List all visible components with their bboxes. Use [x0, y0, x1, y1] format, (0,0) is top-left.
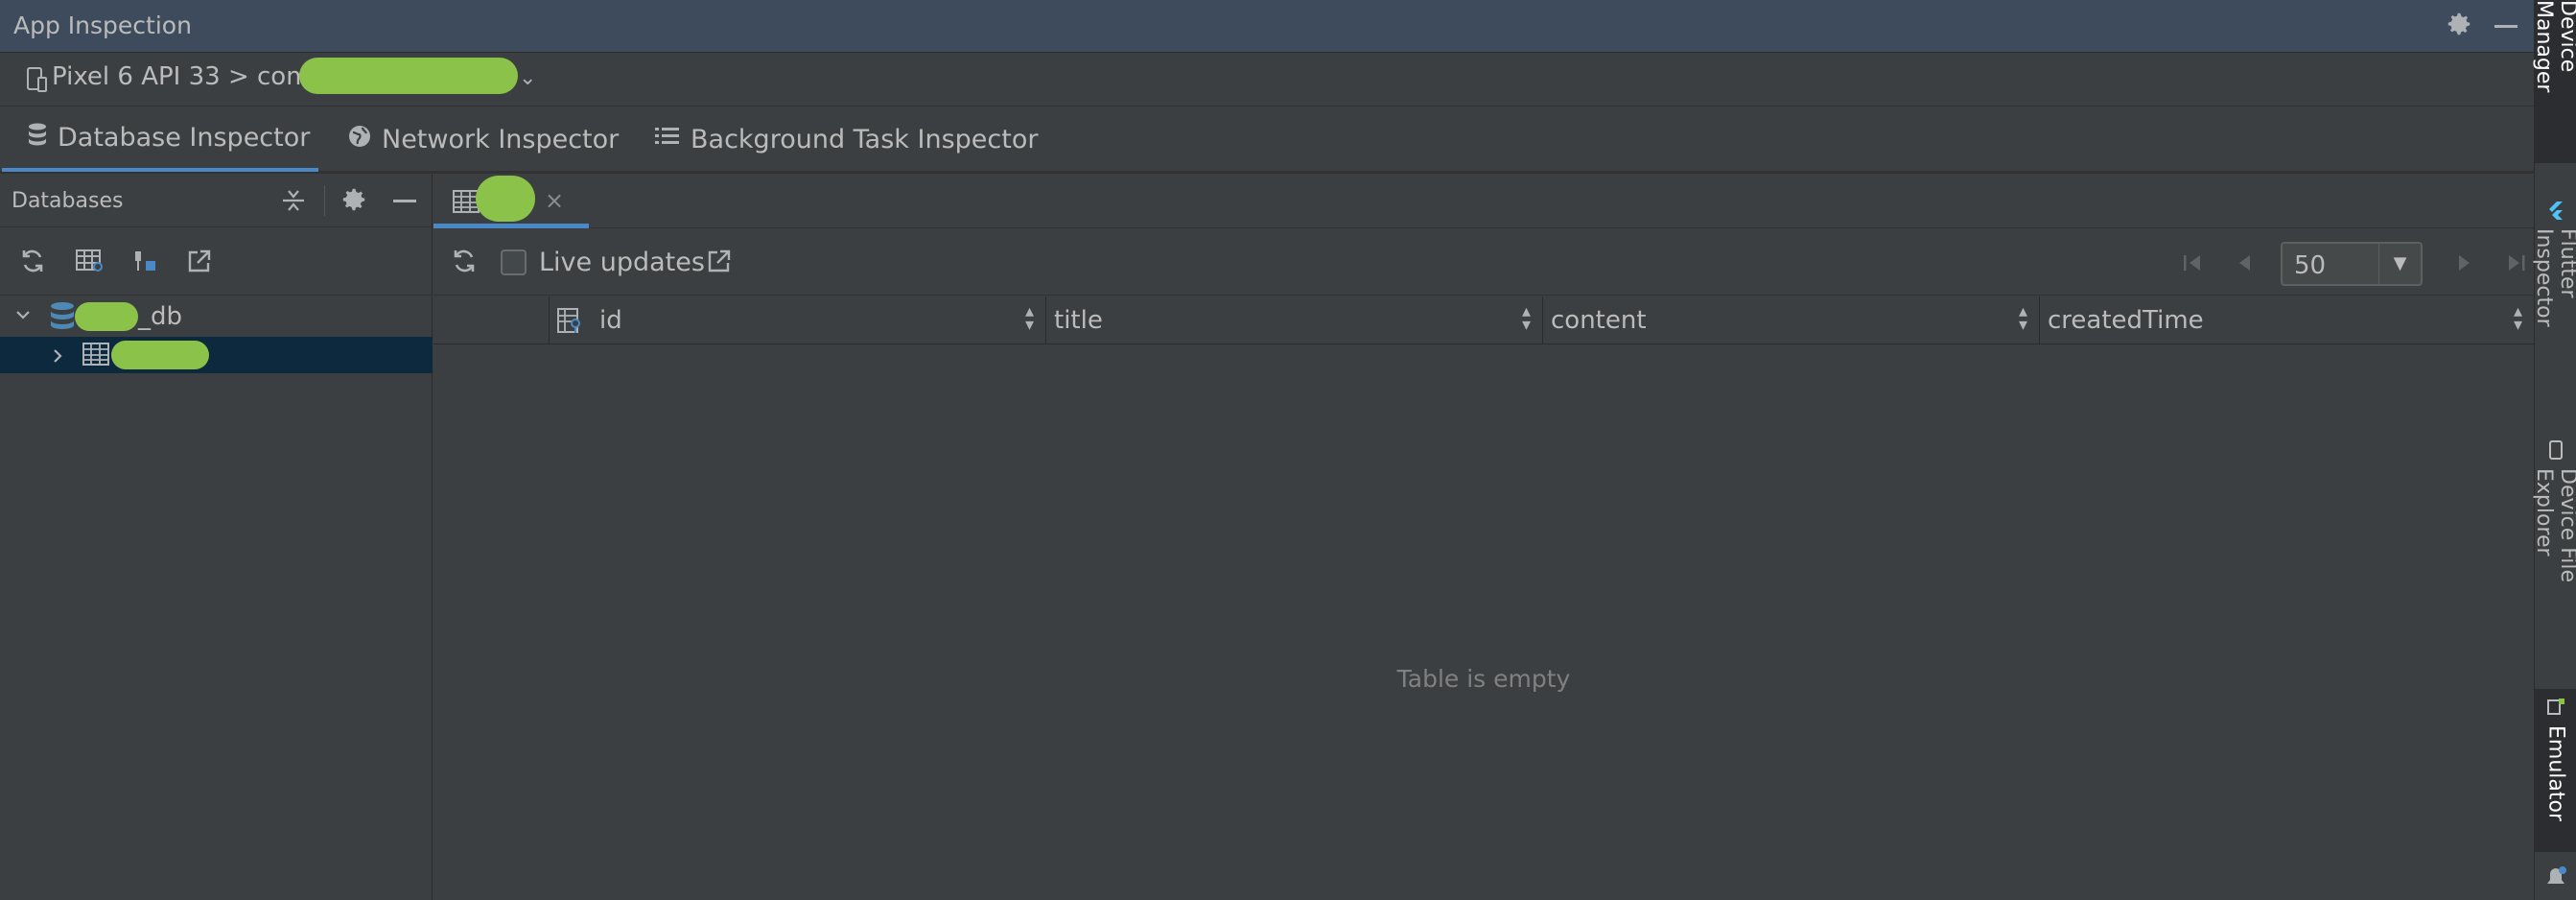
tab-label: Emulator — [2543, 725, 2568, 821]
tab-database-inspector[interactable]: Database Inspector — [2, 107, 318, 172]
first-page-icon[interactable] — [2181, 251, 2204, 278]
device-selector[interactable]: Pixel 6 API 33 > com ⌄ — [0, 53, 2534, 107]
column-name: content — [1551, 306, 1647, 335]
column-name: createdTime — [2048, 306, 2204, 335]
tab-label: Network Inspector — [382, 124, 620, 154]
tab-label: Device File Explorer — [2532, 468, 2576, 583]
column-header-content[interactable]: content ▴ ▾ — [1542, 296, 2039, 344]
databases-header: Databases — [0, 174, 433, 227]
databases-panel: Databases _db — [0, 174, 433, 900]
column-header-title[interactable]: title ▴ ▾ — [1045, 296, 1542, 344]
database-tree-item[interactable]: _db — [0, 298, 433, 335]
gear-icon[interactable] — [2445, 10, 2477, 42]
window-title: App Inspection — [13, 12, 192, 39]
device-file-explorer-tab[interactable]: Device File Explorer — [2532, 432, 2576, 672]
databases-toolbar — [0, 228, 433, 296]
table-header: id ▴ ▾ title ▴ ▾ content ▴ ▾ createdTime ▴ ▾ — [433, 296, 2534, 344]
phone-icon — [25, 66, 48, 97]
tool-window-sidebar: Device Manager Flutter Inspector Device … — [2532, 0, 2576, 900]
tab-label: Background Task Inspector — [691, 124, 1039, 154]
page-size-select[interactable]: 50 ▼ — [2281, 242, 2423, 286]
chevron-down-icon[interactable] — [13, 302, 33, 331]
export-icon[interactable] — [706, 248, 733, 278]
database-icon — [48, 300, 77, 338]
page-size-value: 50 — [2294, 251, 2327, 280]
column-name: id — [599, 306, 622, 335]
refresh-icon[interactable] — [19, 248, 46, 278]
database-icon — [27, 122, 48, 154]
flutter-inspector-tab[interactable]: Flutter Inspector — [2532, 192, 2576, 403]
query-table-icon[interactable] — [75, 248, 105, 278]
table-tab[interactable]: × — [433, 174, 589, 228]
title-bar: App Inspection — [0, 0, 2534, 53]
primary-key-icon — [557, 307, 584, 341]
table-tree-item[interactable] — [0, 337, 433, 373]
live-updates-checkbox[interactable] — [501, 249, 527, 275]
chevron-right-icon[interactable] — [48, 343, 67, 372]
gear-icon[interactable] — [340, 185, 368, 218]
device-manager-tab[interactable]: Device Manager — [2532, 0, 2576, 163]
sort-icon[interactable]: ▴ ▾ — [2514, 303, 2522, 334]
table-view-panel: × Live updates 50 ▼ id ▴ ▾ title ▴ ▾ con… — [433, 174, 2534, 900]
databases-title: Databases — [12, 189, 124, 213]
emulator-tab[interactable]: Emulator — [2535, 689, 2576, 852]
divider — [324, 185, 325, 216]
table-toolbar: Live updates 50 ▼ — [433, 228, 2534, 296]
tab-label: Database Inspector — [58, 122, 311, 153]
previous-page-icon[interactable] — [2233, 251, 2256, 278]
empty-table-message: Table is empty — [1396, 665, 1571, 693]
redacted-block — [476, 176, 535, 222]
phone-icon — [2544, 439, 2568, 461]
table-tabs: × — [433, 174, 2534, 228]
list-icon — [654, 125, 681, 154]
next-page-icon[interactable] — [2453, 251, 2476, 278]
globe-icon — [347, 124, 372, 155]
redacted-block — [111, 341, 209, 369]
tab-background-task-inspector[interactable]: Background Task Inspector — [654, 107, 1038, 172]
keep-connection-icon[interactable] — [130, 248, 157, 278]
flutter-icon — [2544, 200, 2568, 221]
database-name-suffix: _db — [138, 302, 183, 331]
refresh-icon[interactable] — [451, 248, 478, 278]
inspector-tabs: Database Inspector Network Inspector Bac… — [0, 107, 2534, 174]
minimize-icon[interactable] — [2494, 25, 2517, 28]
sort-icon[interactable]: ▴ ▾ — [1522, 303, 1531, 334]
device-process-label: Pixel 6 API 33 > com — [52, 62, 311, 91]
tab-label: Device Manager — [2532, 0, 2576, 93]
sort-icon[interactable]: ▴ ▾ — [2019, 303, 2027, 334]
column-name: title — [1054, 306, 1103, 335]
sort-icon[interactable]: ▴ ▾ — [1025, 303, 1034, 334]
tab-label: Flutter Inspector — [2532, 228, 2576, 327]
redacted-block — [75, 302, 138, 331]
emulator-icon — [2544, 697, 2568, 718]
chevron-down-icon[interactable]: ⌄ — [519, 66, 536, 90]
minimize-icon[interactable] — [393, 200, 416, 202]
redacted-block — [299, 58, 518, 94]
app-inspection-window: App Inspection Pixel 6 API 33 > com ⌄ Da… — [0, 0, 2534, 900]
chevron-down-icon[interactable]: ▼ — [2378, 244, 2421, 284]
notifications-icon[interactable] — [2544, 865, 2567, 894]
export-icon[interactable] — [186, 248, 213, 278]
column-header-id[interactable]: id ▴ ▾ — [549, 296, 1045, 344]
close-icon[interactable]: × — [545, 187, 564, 214]
collapse-all-icon[interactable] — [280, 187, 307, 218]
live-updates-label: Live updates — [539, 248, 705, 277]
tab-network-inspector[interactable]: Network Inspector — [347, 107, 635, 172]
column-header-createdtime[interactable]: createdTime ▴ ▾ — [2039, 296, 2534, 344]
last-page-icon[interactable] — [2505, 251, 2528, 278]
table-icon — [82, 342, 109, 373]
